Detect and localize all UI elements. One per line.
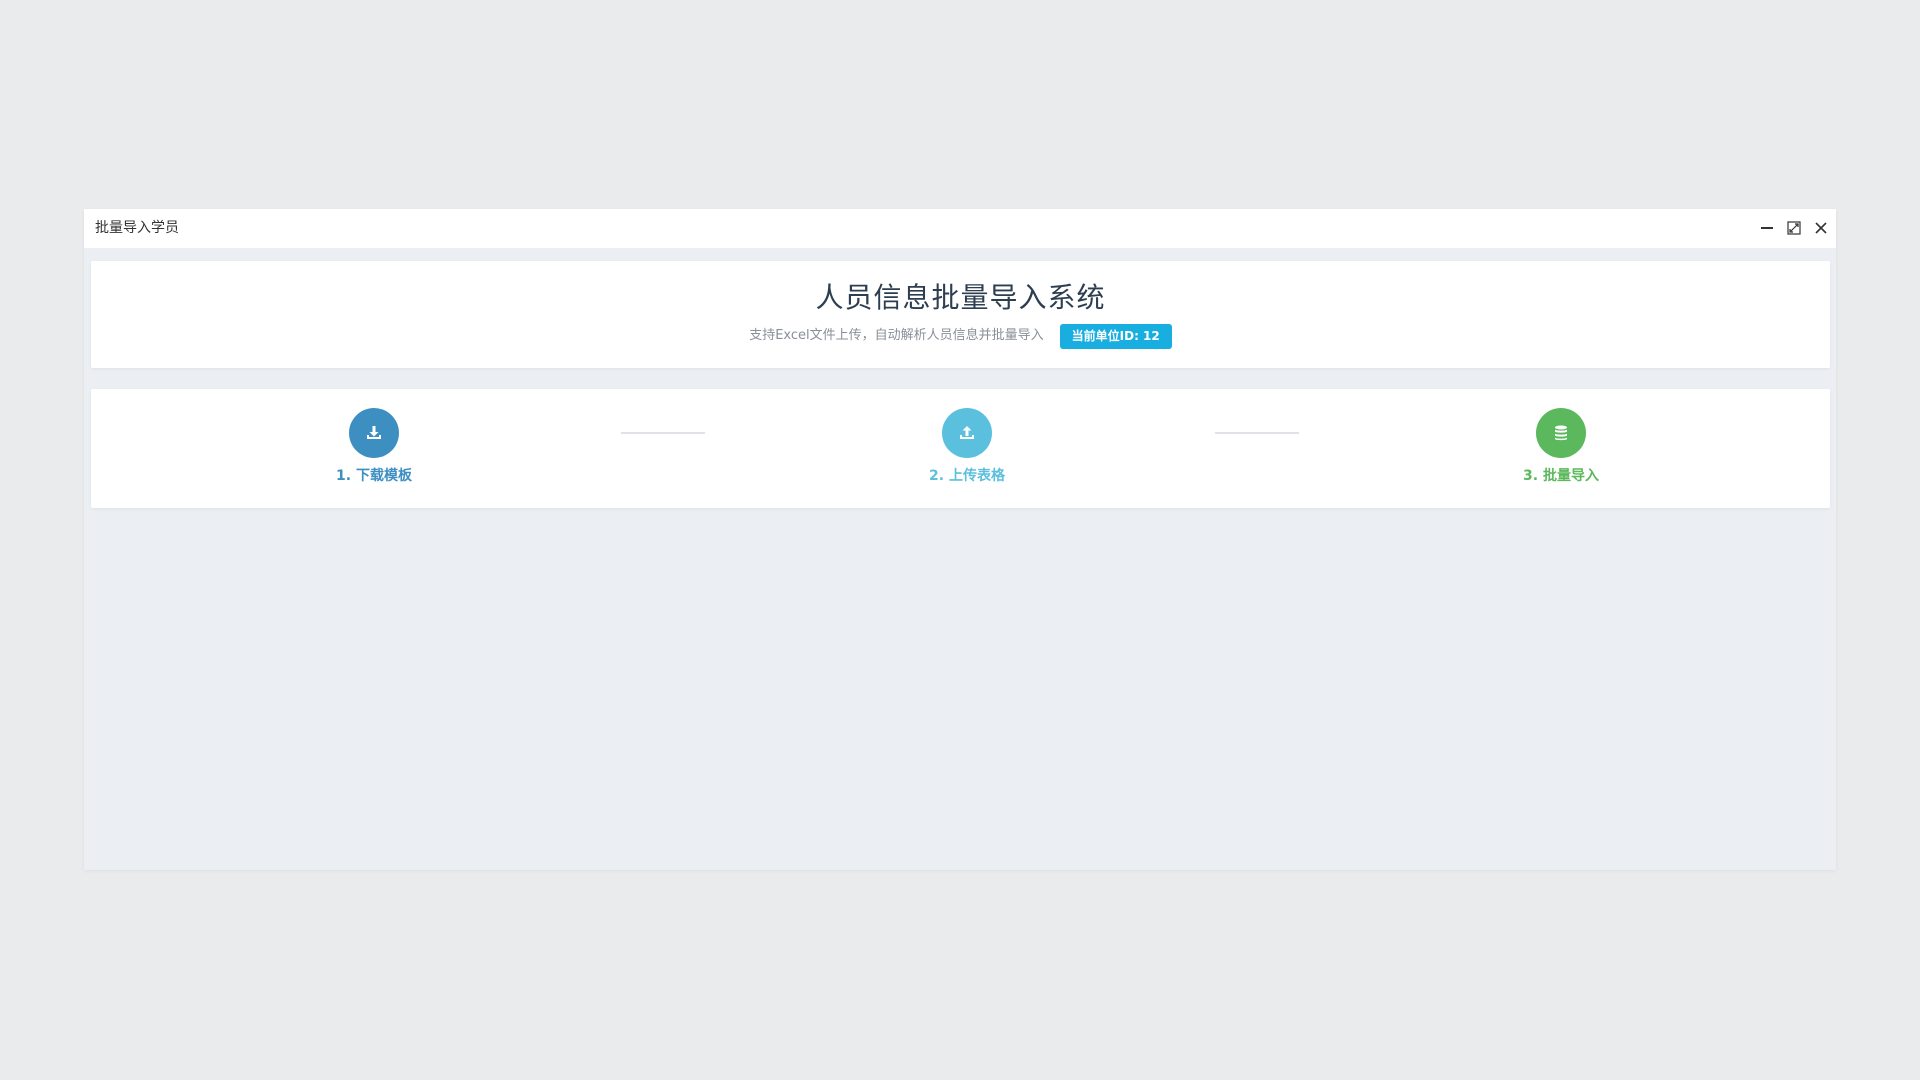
steps-card: 1. 下载模板 2. 上传表格 3. 批量导入 — [91, 389, 1830, 508]
step-connector — [621, 432, 705, 434]
download-icon — [367, 426, 381, 439]
step-circle — [942, 408, 992, 458]
close-button[interactable] — [1811, 218, 1831, 238]
step-batch-import[interactable]: 3. 批量导入 — [1481, 408, 1641, 485]
unit-id-badge: 当前单位ID: 12 — [1059, 323, 1172, 349]
step-circle — [1536, 408, 1586, 458]
upload-icon — [960, 426, 974, 439]
subtitle-row: 支持Excel文件上传，自动解析人员信息并批量导入 当前单位ID: 12 — [91, 323, 1830, 349]
step-label: 2. 上传表格 — [929, 468, 1005, 484]
step-label: 1. 下载模板 — [336, 468, 412, 484]
maximize-icon — [1787, 221, 1801, 235]
step-connector — [1215, 432, 1299, 434]
close-icon — [1815, 222, 1827, 234]
maximize-button[interactable] — [1784, 218, 1804, 238]
page-subtitle: 支持Excel文件上传，自动解析人员信息并批量导入 — [749, 328, 1044, 343]
page-title: 人员信息批量导入系统 — [815, 281, 1106, 314]
minimize-icon — [1761, 227, 1773, 229]
dialog-titlebar: 批量导入学员 — [84, 209, 1836, 248]
step-circle — [349, 408, 399, 458]
step-download-template[interactable]: 1. 下载模板 — [294, 408, 454, 485]
minimize-button[interactable] — [1757, 218, 1777, 238]
import-dialog: 批量导入学员 人员信息批量导入系统 支持Excel文件上传，自动解析人员信息并批… — [84, 209, 1836, 870]
step-label: 3. 批量导入 — [1523, 468, 1599, 484]
header-card: 人员信息批量导入系统 支持Excel文件上传，自动解析人员信息并批量导入 当前单… — [91, 261, 1830, 368]
dialog-title: 批量导入学员 — [95, 220, 179, 236]
step-upload-sheet[interactable]: 2. 上传表格 — [887, 408, 1047, 485]
database-icon — [1555, 425, 1567, 441]
